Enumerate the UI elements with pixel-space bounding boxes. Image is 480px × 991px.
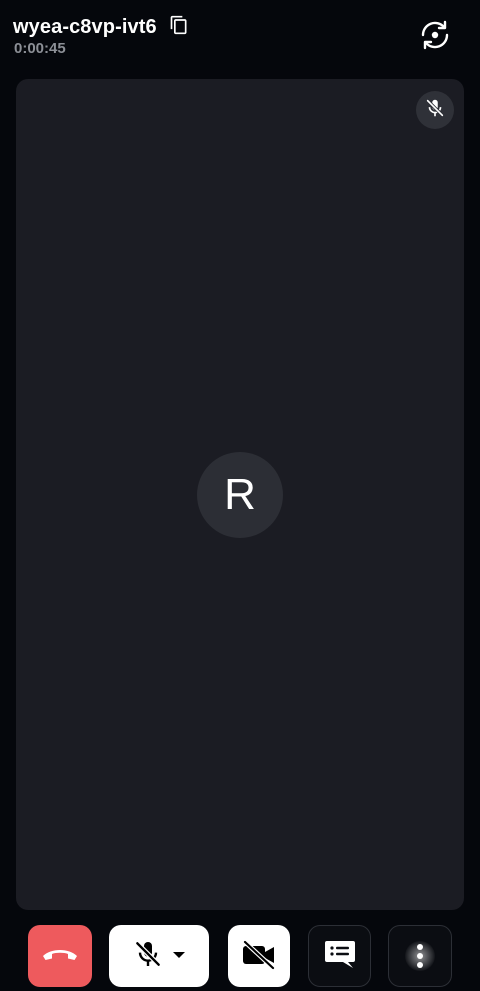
call-timer: 0:00:45 (14, 40, 66, 57)
more-options-button[interactable] (388, 925, 452, 987)
participant-video-tile[interactable]: R (16, 79, 464, 910)
camera-off-icon (240, 937, 278, 976)
copy-meeting-code-button[interactable] (167, 15, 191, 39)
microphone-toggle-button[interactable] (109, 925, 209, 987)
switch-camera-button[interactable] (416, 18, 454, 56)
more-vertical-icon (405, 941, 435, 971)
switch-camera-icon (418, 18, 452, 57)
mic-off-icon (424, 97, 446, 124)
chat-button[interactable] (308, 925, 371, 987)
microphone-toggle-content (132, 938, 186, 975)
meeting-code: wyea-c8vp-ivt6 (13, 16, 157, 38)
call-controls-bar (0, 925, 480, 987)
camera-toggle-button[interactable] (228, 925, 290, 987)
copy-icon (169, 15, 189, 40)
phone-hangup-icon (40, 944, 80, 969)
participant-mic-status (416, 91, 454, 129)
mic-off-icon (132, 938, 164, 975)
call-header: wyea-c8vp-ivt6 0:00:45 (0, 0, 480, 72)
chat-icon (323, 938, 357, 975)
call-screen: wyea-c8vp-ivt6 0:00:45 R (0, 0, 480, 991)
meeting-title-row: wyea-c8vp-ivt6 (13, 14, 191, 40)
caret-down-icon[interactable] (172, 947, 186, 965)
participant-avatar: R (197, 452, 283, 538)
end-call-button[interactable] (28, 925, 92, 987)
